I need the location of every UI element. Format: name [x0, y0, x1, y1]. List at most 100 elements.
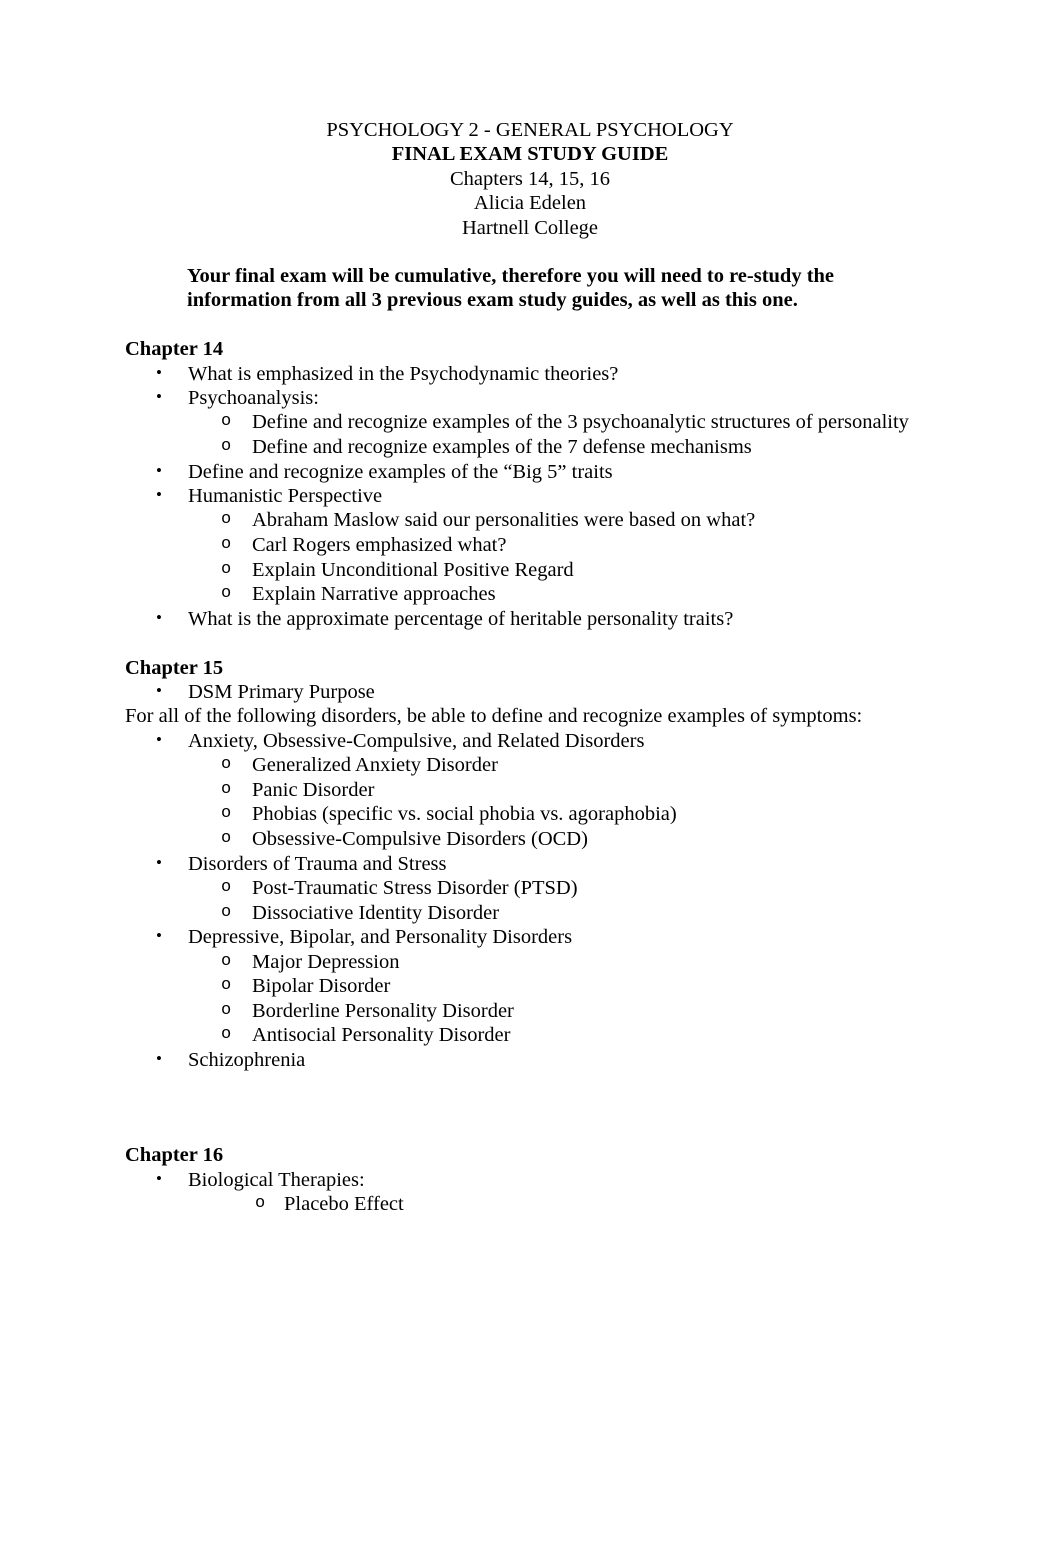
list-item: • Depressive, Bipolar, and Personality D…: [125, 925, 935, 949]
list-item: • Define and recognize examples of the “…: [125, 460, 935, 484]
bullet-icon: •: [156, 1168, 162, 1188]
list-item: • Psychoanalysis:: [125, 386, 935, 410]
chapter-14-heading: Chapter 14: [125, 338, 224, 361]
list-item-label: What is the approximate percentage of he…: [188, 607, 734, 630]
sublist-item-label: Borderline Personality Disorder: [252, 999, 514, 1022]
sublist-item: o Placebo Effect: [125, 1192, 935, 1217]
sublist-item: o Dissociative Identity Disorder: [125, 901, 935, 926]
list-item-label: DSM Primary Purpose: [188, 681, 375, 704]
list-item-label: Depressive, Bipolar, and Personality Dis…: [188, 926, 573, 949]
list-item-label: Anxiety, Obsessive-Compulsive, and Relat…: [188, 729, 645, 752]
list-item: • Humanistic Perspective: [125, 484, 935, 508]
sublist-item-label: Phobias (specific vs. social phobia vs. …: [252, 803, 677, 826]
document-title: FINAL EXAM STUDY GUIDE: [391, 143, 669, 166]
bullet-icon: •: [156, 681, 162, 701]
intro-paragraph: Your final exam will be cumulative, ther…: [187, 265, 835, 312]
chapter-14-list: • What is emphasized in the Psychodynami…: [125, 362, 935, 632]
sublist-item: o Generalized Anxiety Disorder: [125, 753, 935, 778]
bullet-icon: •: [156, 852, 162, 872]
list-item-label: Psychoanalysis:: [188, 387, 319, 410]
sublist: o Abraham Maslow said our personalities …: [125, 508, 935, 606]
bullet-icon: •: [156, 460, 162, 480]
subbullet-icon: o: [221, 1000, 232, 1020]
sublist-item-label: Define and recognize examples of the 7 d…: [252, 436, 752, 459]
document-page: PSYCHOLOGY 2 - GENERAL PSYCHOLOGY FINAL …: [0, 0, 1062, 1556]
sublist-item-label: Obsessive-Compulsive Disorders (OCD): [252, 828, 588, 851]
subbullet-icon: o: [221, 437, 232, 457]
sublist-item-label: Carl Rogers emphasized what?: [252, 534, 507, 557]
title-block: PSYCHOLOGY 2 - GENERAL PSYCHOLOGY FINAL …: [125, 118, 935, 240]
sublist-item: o Define and recognize examples of the 3…: [125, 410, 935, 435]
list-item-label: Humanistic Perspective: [188, 485, 383, 508]
subbullet-icon: o: [221, 510, 232, 530]
sublist-item: o Post-Traumatic Stress Disorder (PTSD): [125, 876, 935, 901]
chapter-16-heading: Chapter 16: [125, 1144, 224, 1167]
list-item-label: Schizophrenia: [188, 1049, 306, 1071]
subbullet-icon: o: [221, 779, 232, 799]
sublist-item-label: Antisocial Personality Disorder: [252, 1024, 511, 1047]
bullet-icon: •: [156, 926, 162, 946]
sublist: o Generalized Anxiety Disorder o Panic D…: [125, 753, 935, 851]
subbullet-icon: o: [221, 412, 232, 432]
sublist-item: o Major Depression: [125, 950, 935, 975]
sublist-item: o Abraham Maslow said our personalities …: [125, 508, 935, 533]
subbullet-icon: o: [221, 951, 232, 971]
sublist-item: o Bipolar Disorder: [125, 974, 935, 999]
bullet-icon: •: [156, 729, 162, 749]
chapter-15-heading: Chapter 15: [125, 656, 224, 679]
sublist-item-label: Dissociative Identity Disorder: [252, 901, 500, 924]
subbullet-icon: o: [221, 755, 232, 775]
sublist-item: o Explain Unconditional Positive Regard: [125, 558, 935, 583]
sublist: o Post-Traumatic Stress Disorder (PTSD) …: [125, 876, 935, 925]
course-title: PSYCHOLOGY 2 - GENERAL PSYCHOLOGY: [326, 119, 734, 141]
document-body: PSYCHOLOGY 2 - GENERAL PSYCHOLOGY FINAL …: [125, 118, 935, 1217]
sublist-item-label: Explain Narrative approaches: [252, 583, 496, 606]
subbullet-icon: o: [255, 1194, 266, 1214]
sublist-item: o Borderline Personality Disorder: [125, 999, 935, 1024]
list-item: • What is emphasized in the Psychodynami…: [125, 362, 935, 386]
subbullet-icon: o: [221, 1025, 232, 1045]
bullet-icon: •: [156, 607, 162, 627]
list-item-label: Biological Therapies:: [188, 1168, 365, 1191]
sublist-item-label: Abraham Maslow said our personalities we…: [252, 509, 756, 532]
sublist: o Placebo Effect: [125, 1192, 935, 1217]
list-item-label: What is emphasized in the Psychodynamic …: [188, 362, 619, 385]
list-item: • DSM Primary Purpose: [125, 680, 935, 704]
list-item: • Anxiety, Obsessive-Compulsive, and Rel…: [125, 729, 935, 753]
sublist: o Major Depression o Bipolar Disorder o …: [125, 950, 935, 1048]
list-item-label: Disorders of Trauma and Stress: [188, 852, 447, 875]
list-item-label: Define and recognize examples of the “Bi…: [188, 460, 613, 483]
subbullet-icon: o: [221, 902, 232, 922]
sublist-item-label: Define and recognize examples of the 3 p…: [252, 411, 909, 434]
author-name: Alicia Edelen: [473, 192, 587, 215]
list-item: • Disorders of Trauma and Stress: [125, 852, 935, 876]
list-item: • What is the approximate percentage of …: [125, 607, 935, 631]
subbullet-icon: o: [221, 535, 232, 555]
bullet-icon: •: [156, 362, 162, 382]
chapter-15-list-intro: • DSM Primary Purpose: [125, 680, 935, 704]
sublist-item-label: Placebo Effect: [284, 1193, 404, 1216]
sublist: o Define and recognize examples of the 3…: [125, 410, 935, 459]
bullet-icon: •: [156, 1049, 162, 1068]
sublist-item: o Panic Disorder: [125, 778, 935, 803]
sublist-item: o Define and recognize examples of the 7…: [125, 435, 935, 460]
chapter-16-list: • Biological Therapies: o Placebo Effect: [125, 1168, 935, 1217]
sublist-item-label: Explain Unconditional Positive Regard: [252, 558, 574, 581]
subbullet-icon: o: [221, 584, 232, 604]
sublist-item: o Explain Narrative approaches: [125, 582, 935, 607]
subbullet-icon: o: [221, 829, 232, 849]
sublist-item: o Obsessive-Compulsive Disorders (OCD): [125, 827, 935, 852]
chapter-15-note: For all of the following disorders, be a…: [125, 705, 863, 728]
sublist-item: o Antisocial Personality Disorder: [125, 1023, 935, 1048]
chapters-covered: Chapters 14, 15, 16: [450, 167, 610, 190]
chapter-15-list: • Anxiety, Obsessive-Compulsive, and Rel…: [125, 729, 935, 1073]
list-item: • Biological Therapies:: [125, 1168, 935, 1192]
sublist-item: o Phobias (specific vs. social phobia vs…: [125, 802, 935, 827]
subbullet-icon: o: [221, 804, 232, 824]
sublist-item-label: Generalized Anxiety Disorder: [252, 754, 498, 777]
subbullet-icon: o: [221, 559, 232, 579]
list-item: • Schizophrenia: [125, 1048, 935, 1072]
bullet-icon: •: [156, 485, 162, 505]
sublist-item: o Carl Rogers emphasized what?: [125, 533, 935, 558]
subbullet-icon: o: [221, 976, 232, 996]
